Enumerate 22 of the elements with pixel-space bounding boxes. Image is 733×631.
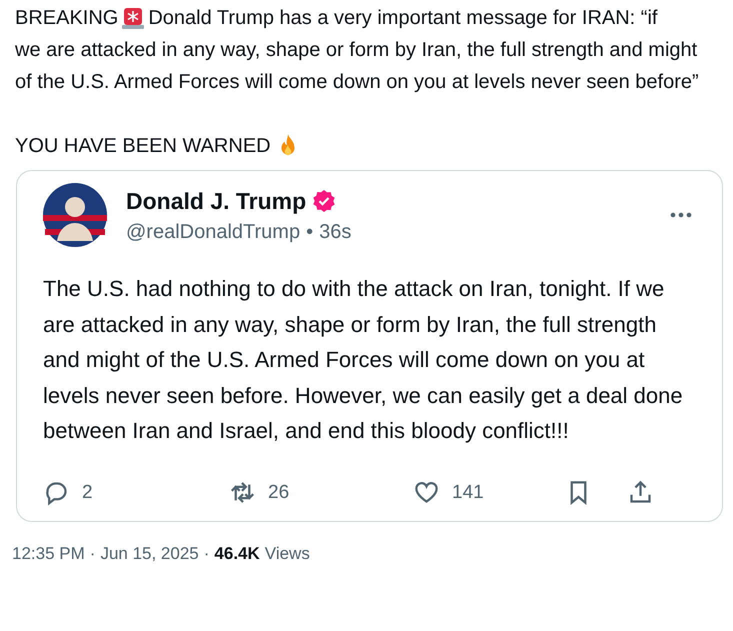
post-text: YOU HAVE BEEN WARNED	[15, 134, 271, 159]
separator-dot: ·	[90, 543, 96, 565]
post-date[interactable]: Jun 15, 2025	[100, 541, 199, 566]
like-button[interactable]: 141	[413, 478, 484, 507]
post-time[interactable]: 36s	[319, 218, 352, 246]
reply-button[interactable]: 2	[43, 478, 93, 507]
views-count: 46.4K	[214, 543, 260, 565]
breaking-label: BREAKING	[15, 6, 118, 31]
post-text: Donald Trump has a very important message for IRAN: “if	[148, 6, 658, 31]
author-handle[interactable]: @realDonaldTrump	[126, 218, 300, 246]
separator-dot: •	[306, 220, 314, 245]
author-name[interactable]: Donald J. Trump	[126, 184, 306, 218]
quoted-post-card[interactable]	[16, 170, 723, 522]
post-text: we are attacked in any way, shape or form by Iran, the full strength and might of the U.S. Armed Forces will come down on you at levels never seen before”	[15, 38, 700, 95]
repost-button[interactable]: 26	[229, 478, 290, 507]
separator-dot: ·	[204, 543, 210, 565]
siren-icon	[121, 6, 146, 30]
views-label: Views	[264, 543, 310, 565]
avatar[interactable]	[43, 183, 107, 247]
quoted-post-text: The U.S. had nothing to do with the attack on Iran, tonight. If we are attacked in any way, shape or form by Iran, the full strength and might of the U.S. Armed Forces will come down on you at levels never seen before. However, we can easily get a deal done between Iran and Israel, and end this bloody conflict!!!	[43, 275, 683, 445]
post-time[interactable]: 12:35 PM	[12, 541, 85, 566]
more-options-icon[interactable]	[670, 212, 692, 218]
